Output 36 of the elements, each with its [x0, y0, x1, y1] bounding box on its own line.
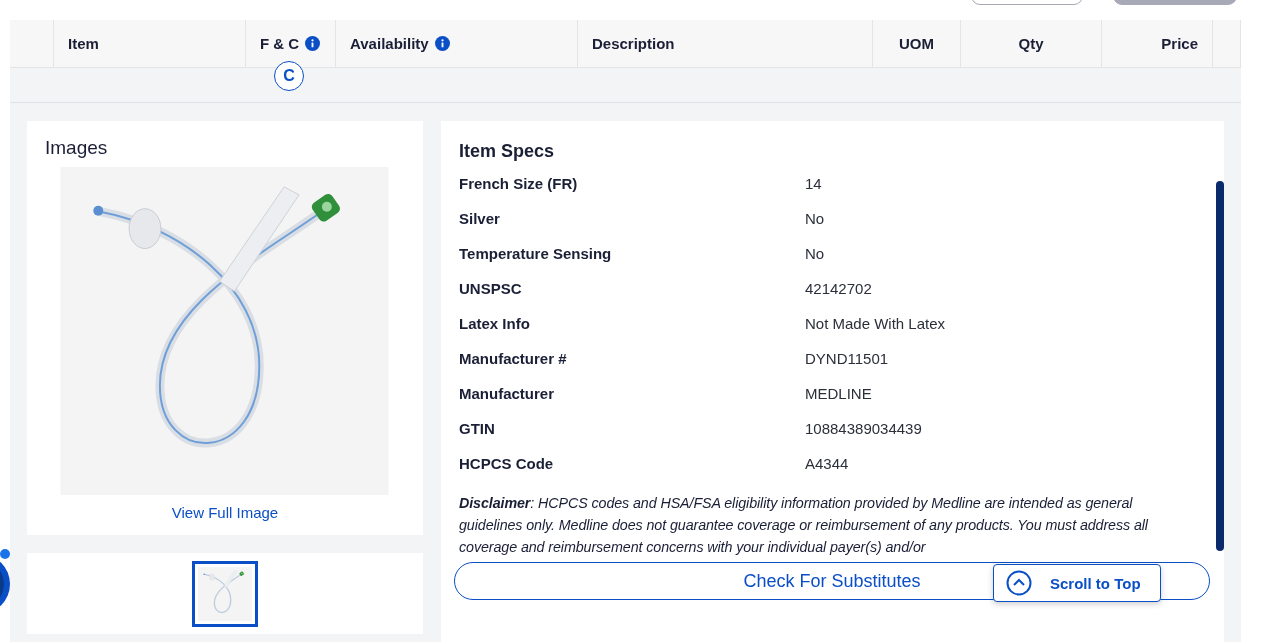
thumbnail[interactable] [192, 560, 258, 627]
spec-value: 42142702 [805, 280, 872, 297]
spec-value: 14 [805, 175, 822, 192]
status-badge: C [274, 61, 304, 91]
info-icon[interactable] [305, 36, 321, 51]
spec-value: 10884389034439 [805, 420, 922, 437]
column-label: F & C [260, 35, 300, 52]
info-icon[interactable] [434, 36, 450, 51]
scroll-to-top-button[interactable]: Scroll to Top [993, 564, 1161, 602]
column-label: UOM [899, 35, 934, 52]
column-label: Price [1161, 35, 1198, 52]
view-full-image-link[interactable]: View Full Image [171, 504, 279, 521]
card-title: Images [45, 137, 108, 159]
spec-label: Silver [459, 210, 501, 227]
card-title: Item Specs [459, 141, 556, 162]
chevron-up-icon [1006, 570, 1032, 596]
spec-label: French Size (FR) [459, 175, 579, 192]
column-label: Description [592, 35, 675, 52]
spec-value: No [805, 245, 825, 262]
spec-label: UNSPSC [459, 280, 523, 297]
column-label: Qty [1018, 35, 1044, 52]
spec-label: Manufacturer [459, 385, 556, 402]
spec-value: No [805, 210, 825, 227]
column-label: Item [68, 35, 99, 52]
spec-label: HCPCS Code [459, 455, 555, 472]
spec-label: Temperature Sensing [459, 245, 613, 262]
scroll-bar[interactable] [1216, 181, 1224, 551]
spec-value: Not Made With Latex [805, 315, 946, 332]
spec-label: GTIN [459, 420, 496, 437]
spec-value: A4344 [805, 455, 849, 472]
spec-value: MEDLINE [805, 385, 872, 402]
column-label: Availability [350, 35, 429, 52]
spec-value: DYND11501 [805, 350, 889, 367]
spec-label: Manufacturer # [459, 350, 568, 367]
spec-label: Latex Info [459, 315, 531, 332]
disclaimer-text: Disclaimer: HCPCS codes and HSA/FSA eligibility information provided by Medline are intended as general guidelines only. Medline does not guarantee coverage or reimbursement of any products. You must address all coverage and reimbursement concerns with your individual payer(s) and/or [459, 494, 1150, 557]
